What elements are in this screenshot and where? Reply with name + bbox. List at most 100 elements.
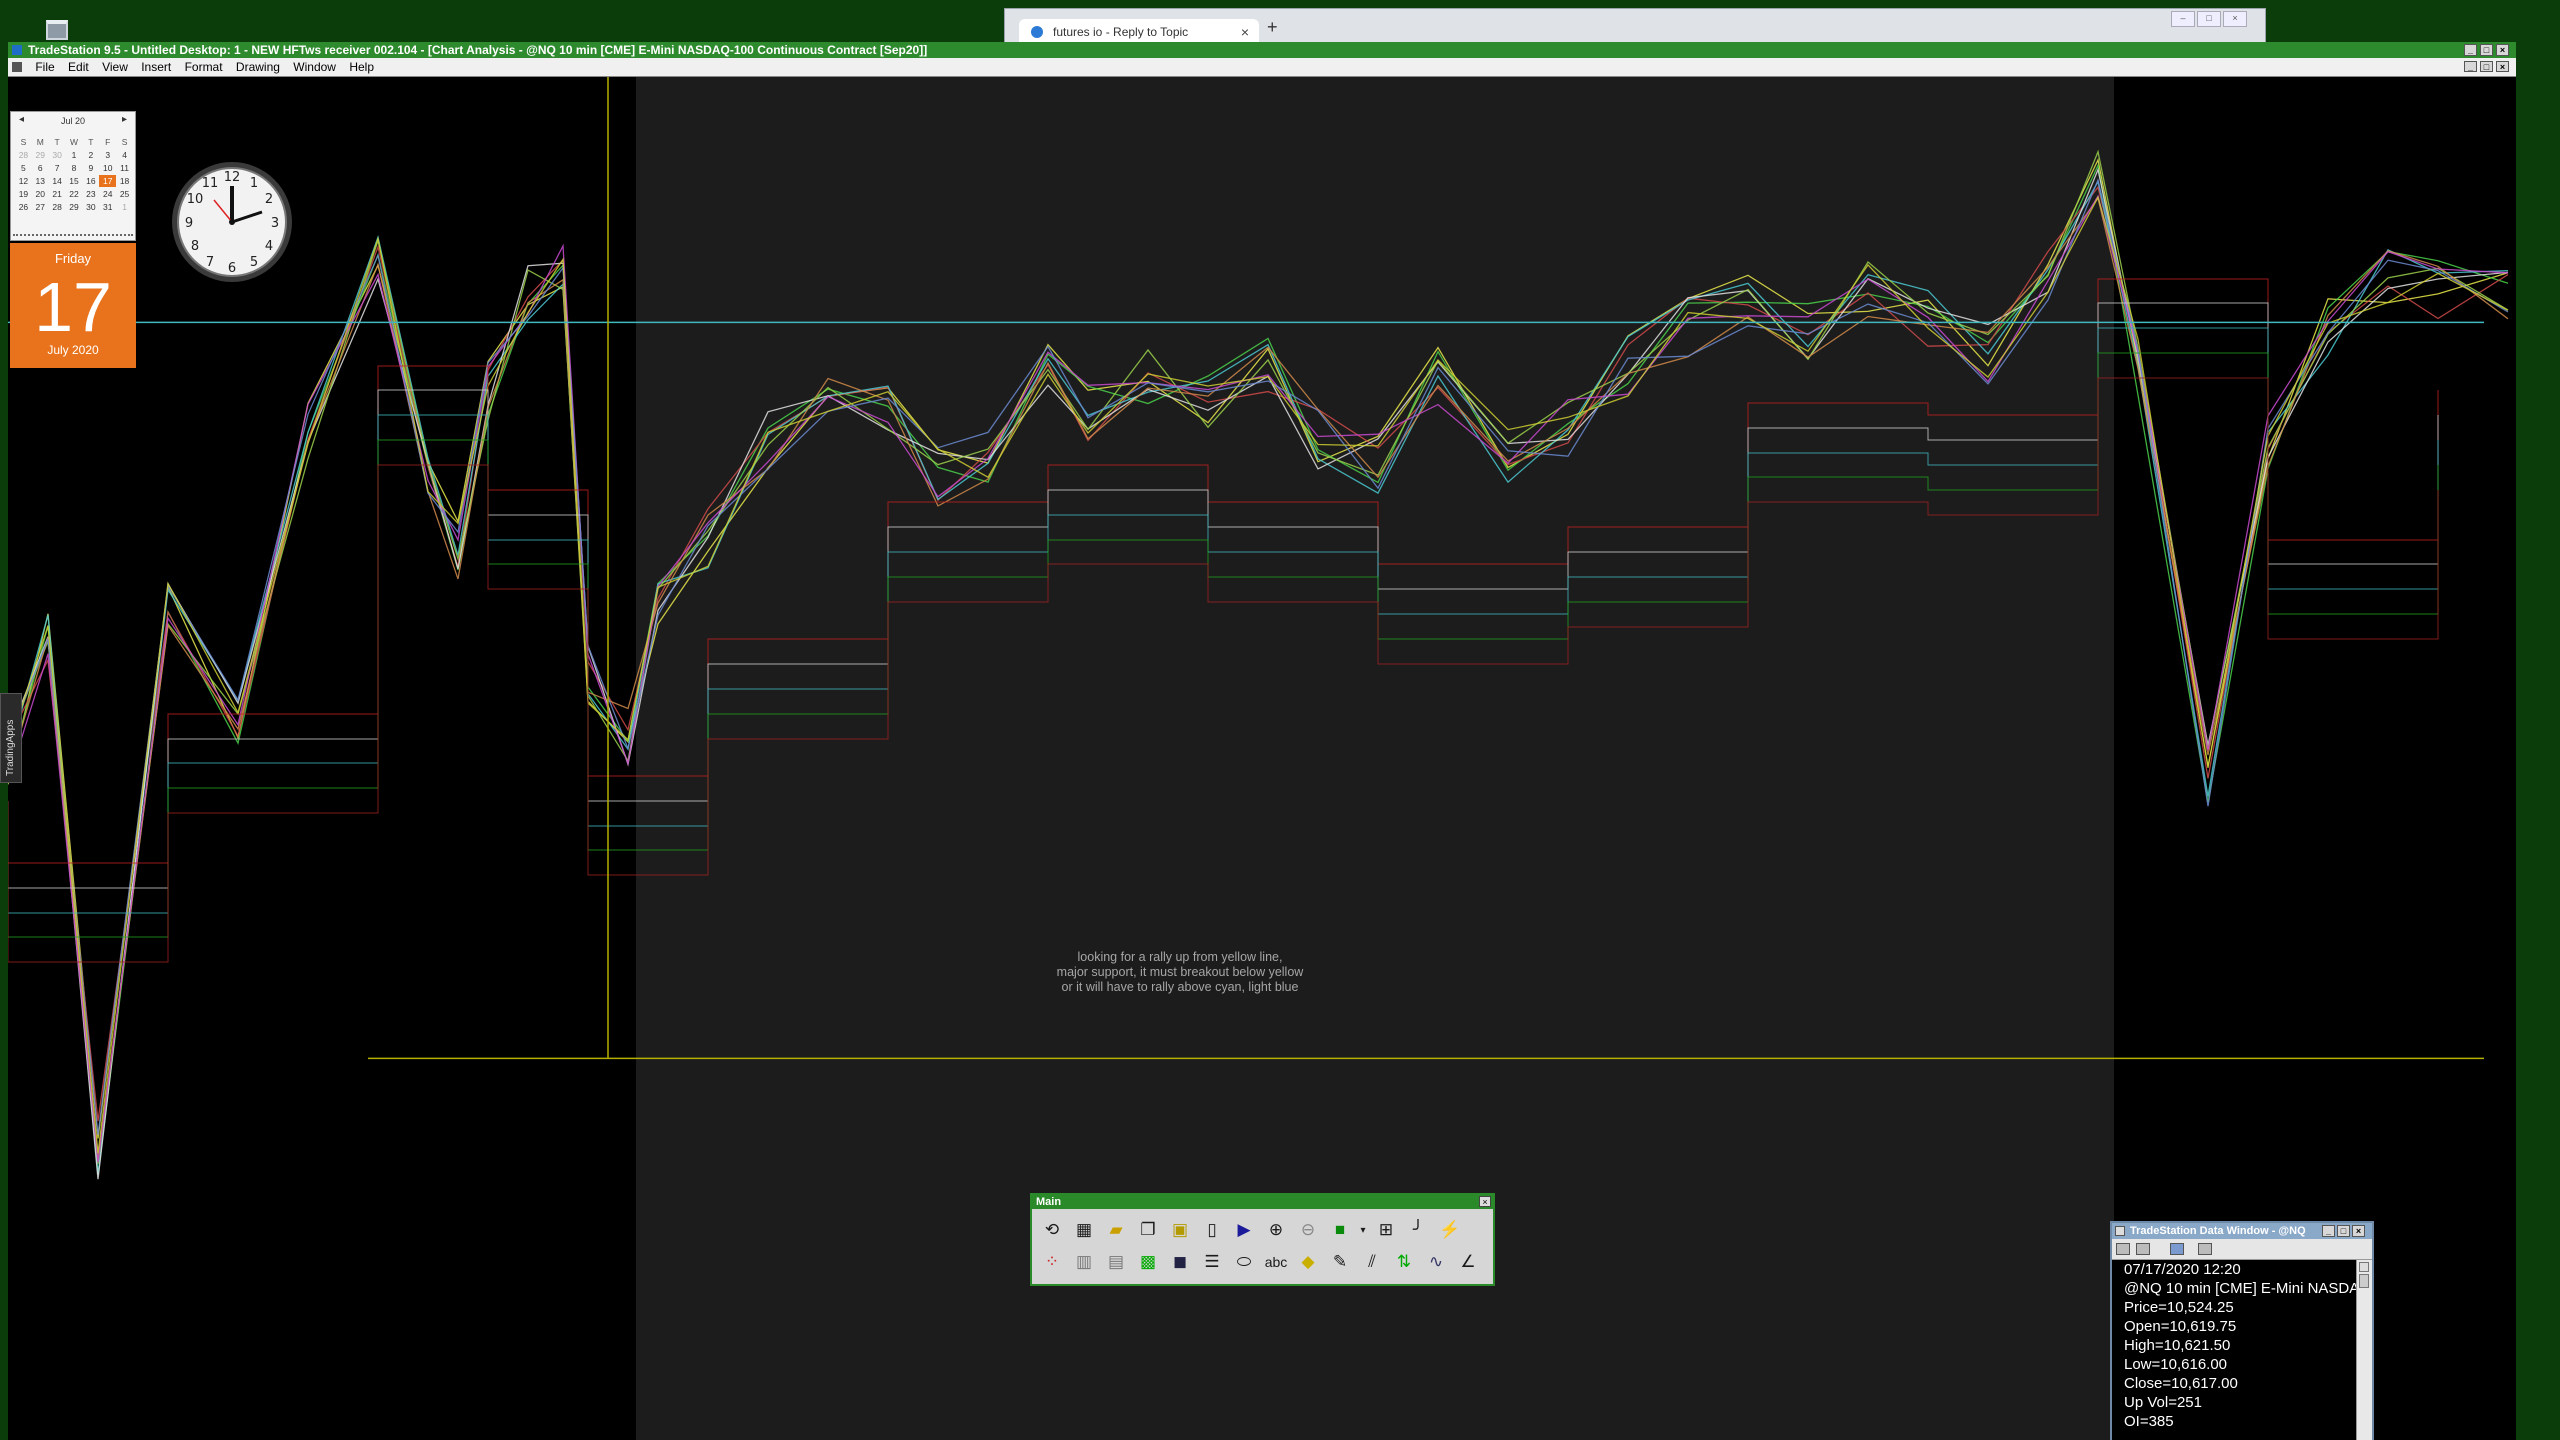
trendline-icon[interactable]: ╯ [1402,1215,1434,1245]
grid-icon[interactable]: ⊞ [1370,1215,1402,1245]
minimize-button[interactable]: _ [2464,44,2477,56]
calendar-day[interactable]: 22 [66,188,83,200]
calendar-day[interactable]: 1 [116,201,133,213]
save-icon[interactable] [2116,1243,2130,1255]
calendar-day[interactable]: 28 [49,201,66,213]
calendar-day[interactable]: 25 [116,188,133,200]
calendar-day[interactable]: 16 [82,175,99,187]
maximize-button[interactable]: □ [2480,44,2493,56]
bar-chart-icon[interactable]: ▥ [1068,1247,1100,1277]
calendar-day[interactable]: 24 [99,188,116,200]
angle-line-icon[interactable]: ∠ [1452,1247,1484,1277]
calendar-day[interactable]: 13 [32,175,49,187]
calendar-day[interactable]: 18 [116,175,133,187]
toolbar-title[interactable]: Main [1032,1195,1493,1209]
play-to-end-icon[interactable]: ▶ [1228,1215,1260,1245]
calendar-day[interactable]: 12 [15,175,32,187]
calendar-day[interactable]: 19 [15,188,32,200]
browser-minimize-button[interactable]: – [2171,11,2195,27]
zoom-out-icon[interactable]: ⊖ [1292,1215,1324,1245]
spreadsheet-icon[interactable]: ▤ [1100,1247,1132,1277]
menu-drawing[interactable]: Drawing [236,58,280,76]
calendar-day[interactable]: 1 [66,149,83,161]
menu-file[interactable]: File [35,58,54,76]
lines-icon[interactable]: ☰ [1196,1247,1228,1277]
document-icon[interactable] [12,62,22,72]
calendar-day[interactable]: 3 [99,149,116,161]
close-button[interactable]: × [2496,44,2509,56]
doc-close-button[interactable]: × [2496,61,2509,72]
menu-format[interactable]: Format [185,58,223,76]
calendar-day[interactable]: 21 [49,188,66,200]
wave-icon[interactable]: ∿ [1420,1247,1452,1277]
data-window-maximize-button[interactable]: □ [2337,1225,2350,1237]
calendar-day[interactable]: 14 [49,175,66,187]
grid-view-icon[interactable] [2170,1243,2184,1255]
chart-style-icon[interactable]: ■ [1324,1215,1356,1245]
calendar-day[interactable]: 20 [32,188,49,200]
calendar-day[interactable]: 10 [99,162,116,174]
calendar-day[interactable]: 9 [82,162,99,174]
calendar-day[interactable]: 5 [15,162,32,174]
dot-indicator-icon[interactable]: ⁘ [1036,1247,1068,1277]
calendar-day[interactable]: 4 [116,149,133,161]
scroll-up-icon[interactable] [2359,1262,2369,1272]
calendar-day[interactable]: 29 [66,201,83,213]
scroll-thumb[interactable] [2359,1274,2369,1288]
text-abc-button[interactable]: abc [1260,1247,1292,1277]
new-page-icon[interactable]: ▯ [1196,1215,1228,1245]
zoom-in-icon[interactable]: ⊕ [1260,1215,1292,1245]
copy-windows-icon[interactable]: ❐ [1132,1215,1164,1245]
save-workspace-icon[interactable]: ▣ [1164,1215,1196,1245]
calendar-day[interactable]: 8 [66,162,83,174]
eraser-icon[interactable]: ◆ [1292,1247,1324,1277]
title-bar[interactable]: TradeStation 9.5 - Untitled Desktop: 1 -… [8,42,2516,58]
ellipse-icon[interactable]: ⬭ [1228,1247,1260,1277]
calculator-icon[interactable]: ▦ [1068,1215,1100,1245]
calendar-day[interactable]: 2 [82,149,99,161]
open-folder-icon[interactable]: ▰ [1100,1215,1132,1245]
pencil-icon[interactable]: ✎ [1324,1247,1356,1277]
tradingapps-tab[interactable]: TradingApps [0,693,22,783]
channel-icon[interactable]: ⫽ [1356,1247,1388,1277]
fork-icon[interactable]: ⚡ [1434,1215,1466,1245]
cube-icon[interactable]: ◼ [1164,1247,1196,1277]
calendar-gadget[interactable]: ◂ Jul 20 ▸ S M T W T F S 28 29 30 1 2 3 4 5 6 7 8 9 10 11 12 1… [10,111,136,241]
calendar-today[interactable]: 17 [99,175,117,187]
new-tab-button[interactable]: + [1267,17,1278,38]
menu-view[interactable]: View [102,58,128,76]
colored-bars-icon[interactable]: ▩ [1132,1247,1164,1277]
calendar-day[interactable]: 30 [82,201,99,213]
browser-maximize-button[interactable]: □ [2197,11,2221,27]
calendar-day[interactable]: 11 [116,162,133,174]
calendar-day[interactable]: 28 [15,149,32,161]
calendar-day[interactable]: 23 [82,188,99,200]
calendar-day[interactable]: 7 [49,162,66,174]
doc-restore-button[interactable]: □ [2480,61,2493,72]
dropdown-arrow-icon[interactable]: ▾ [1356,1215,1370,1245]
data-window-title-bar[interactable]: TradeStation Data Window - @NQ _ □ × [2112,1223,2372,1239]
calendar-day[interactable]: 29 [32,149,49,161]
menu-edit[interactable]: Edit [68,58,89,76]
print-icon[interactable] [2136,1243,2150,1255]
calendar-day[interactable]: 30 [49,149,66,161]
toolbar-close-button[interactable]: × [1479,1196,1491,1207]
arrow-up-down-icon[interactable]: ⇅ [1388,1247,1420,1277]
data-window-close-button[interactable]: × [2352,1225,2365,1237]
calendar-day[interactable]: 31 [99,201,116,213]
calendar-next-icon[interactable]: ▸ [122,114,127,125]
chart-annotation-text[interactable]: looking for a rally up from yellow line,… [1010,950,1350,995]
browser-close-button[interactable]: × [2223,11,2247,27]
copy-icon[interactable] [2198,1243,2212,1255]
menu-help[interactable]: Help [349,58,374,76]
menu-insert[interactable]: Insert [141,58,171,76]
browser-window[interactable]: futures io - Reply to Topic × + – □ × [1004,8,2266,45]
calendar-day[interactable]: 6 [32,162,49,174]
menu-window[interactable]: Window [293,58,336,76]
doc-minimize-button[interactable]: _ [2464,61,2477,72]
data-window-scrollbar[interactable] [2356,1260,2372,1440]
calendar-day[interactable]: 15 [66,175,83,187]
recycle-bin-icon[interactable] [46,20,68,40]
refresh-icon[interactable]: ⟲ [1036,1215,1068,1245]
calendar-day[interactable]: 27 [32,201,49,213]
